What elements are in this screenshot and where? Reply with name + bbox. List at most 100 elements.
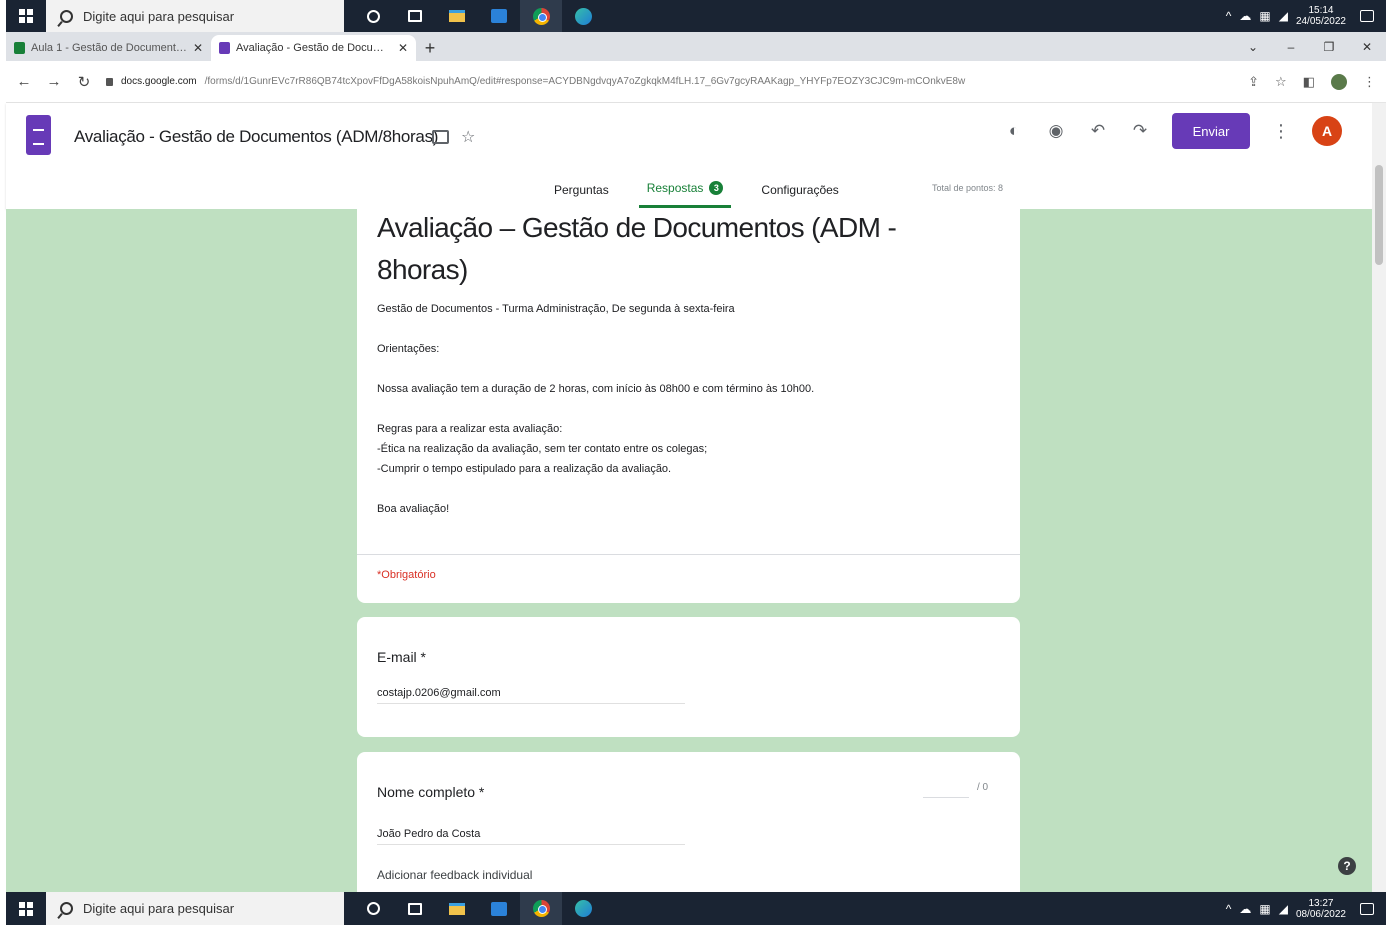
tab-settings[interactable]: Configurações xyxy=(753,175,846,208)
edge-taskbar-button[interactable] xyxy=(562,892,604,925)
share-icon[interactable]: ⇪ xyxy=(1248,74,1259,90)
restore-icon[interactable]: ❐ xyxy=(1310,32,1348,61)
notification-icon[interactable] xyxy=(1360,10,1374,22)
chrome-taskbar-button[interactable] xyxy=(520,892,562,925)
undo-icon[interactable]: ↶ xyxy=(1088,121,1108,141)
forward-icon[interactable]: → xyxy=(46,73,62,90)
tab-search-icon[interactable]: ⌄ xyxy=(1234,32,1272,61)
form-title: Avaliação – Gestão de Documentos (ADM - … xyxy=(377,212,897,285)
file-explorer-button[interactable] xyxy=(436,0,478,32)
forms-header: Avaliação - Gestão de Documentos (ADM/8h… xyxy=(6,103,1372,209)
taskbar-search-placeholder: Digite aqui para pesquisar xyxy=(83,8,235,24)
sheets-favicon-icon xyxy=(14,42,25,54)
tab-questions-label: Perguntas xyxy=(554,182,609,197)
start-button[interactable] xyxy=(6,0,46,32)
help-icon[interactable]: ? xyxy=(1338,857,1356,875)
search-icon xyxy=(60,902,73,915)
cortana-button[interactable] xyxy=(352,892,394,925)
store-button[interactable] xyxy=(478,0,520,32)
question-label: E-mail * xyxy=(377,649,427,665)
taskbar-search[interactable]: Digite aqui para pesquisar xyxy=(46,892,344,925)
system-tray: ^ ☁ ▦ ◢ 13:27 08/06/2022 xyxy=(1226,898,1386,920)
forms-logo-icon[interactable] xyxy=(26,115,51,155)
start-button[interactable] xyxy=(6,892,46,925)
star-icon[interactable]: ☆ xyxy=(461,127,475,147)
question-card-name: Nome completo * / 0 João Pedro da Costa … xyxy=(357,752,1020,892)
url-path: /forms/d/1GunrEVc7rR86QB74tcXpovFfDgA58k… xyxy=(204,76,966,87)
cortana-icon xyxy=(366,9,380,23)
volume-icon[interactable]: ◢ xyxy=(1279,9,1288,23)
network-icon[interactable]: ▦ xyxy=(1259,902,1270,916)
tab-title: Aula 1 - Gestão de Documentos xyxy=(31,42,187,54)
tab-title: Avaliação - Gestão de Documen xyxy=(236,42,392,54)
chevron-up-icon[interactable]: ^ xyxy=(1226,9,1232,23)
profile-icon[interactable] xyxy=(1331,73,1347,90)
cloud-icon[interactable]: ☁ xyxy=(1239,9,1251,23)
form-description-line: -Ética na realização da avaliação, sem t… xyxy=(377,443,708,455)
clock-date: 24/05/2022 xyxy=(1295,16,1346,27)
send-button[interactable]: Enviar xyxy=(1172,113,1250,149)
search-icon xyxy=(60,9,73,23)
new-tab-button[interactable]: + xyxy=(416,35,444,61)
add-feedback-link[interactable]: Adicionar feedback individual xyxy=(377,868,532,882)
file-explorer-icon xyxy=(449,902,465,915)
browser-tab[interactable]: Aula 1 - Gestão de Documentos ✕ xyxy=(6,35,211,61)
network-icon[interactable]: ▦ xyxy=(1259,9,1270,23)
tab-responses-label: Respostas xyxy=(646,181,704,195)
account-avatar[interactable]: A xyxy=(1312,116,1342,146)
bookmark-star-icon[interactable]: ☆ xyxy=(1275,74,1287,90)
tray-clock[interactable]: 13:27 08/06/2022 xyxy=(1296,898,1346,920)
task-view-button[interactable] xyxy=(394,0,436,32)
taskbar-bottom: Digite aqui para pesquisar ^ ☁ ▦ ◢ 13:27… xyxy=(6,892,1386,925)
side-panel-icon[interactable]: ◧ xyxy=(1303,74,1315,90)
url-field[interactable]: docs.google.com/forms/d/1GunrEVc7rR86QB7… xyxy=(106,68,1234,96)
volume-icon[interactable]: ◢ xyxy=(1279,902,1288,916)
cortana-button[interactable] xyxy=(352,0,394,32)
system-tray: ^ ☁ ▦ ◢ 15:14 24/05/2022 xyxy=(1226,5,1386,27)
file-explorer-icon xyxy=(449,10,465,22)
chevron-up-icon[interactable]: ^ xyxy=(1226,902,1232,916)
scrollbar-thumb[interactable] xyxy=(1375,165,1383,265)
score-input[interactable] xyxy=(923,782,969,798)
reload-icon[interactable]: ↻ xyxy=(76,73,92,91)
taskbar-top: Digite aqui para pesquisar ^ ☁ ▦ ◢ 15:14… xyxy=(6,0,1386,32)
palette-icon[interactable]: ◐ xyxy=(1004,121,1024,141)
form-description-line: Orientações: xyxy=(377,343,440,355)
close-icon[interactable]: ✕ xyxy=(398,41,408,55)
tab-settings-label: Configurações xyxy=(761,182,839,197)
task-view-button[interactable] xyxy=(394,892,436,925)
task-view-icon xyxy=(408,10,422,22)
url-host: docs.google.com xyxy=(121,76,197,87)
responses-count-badge: 3 xyxy=(709,181,724,195)
back-icon[interactable]: ← xyxy=(16,73,32,90)
file-explorer-button[interactable] xyxy=(436,892,478,925)
edge-taskbar-button[interactable] xyxy=(562,0,604,32)
form-description-line: Boa avaliação! xyxy=(377,503,450,515)
form-description-line: Nossa avaliação tem a duração de 2 horas… xyxy=(377,383,815,395)
preview-eye-icon[interactable]: ◉ xyxy=(1046,121,1066,141)
store-button[interactable] xyxy=(478,892,520,925)
taskbar-search[interactable]: Digite aqui para pesquisar xyxy=(46,0,344,32)
minimize-icon[interactable]: – xyxy=(1272,32,1310,61)
store-icon xyxy=(491,901,507,916)
page-scrollbar[interactable] xyxy=(1372,103,1386,892)
tab-questions[interactable]: Perguntas xyxy=(546,175,617,208)
question-label: Nome completo * xyxy=(377,784,485,800)
tray-clock[interactable]: 15:14 24/05/2022 xyxy=(1296,5,1346,27)
browser-menu-icon[interactable]: ⋮ xyxy=(1363,74,1376,90)
tab-responses[interactable]: Respostas 3 xyxy=(638,175,732,208)
chrome-taskbar-button[interactable] xyxy=(520,0,562,32)
close-window-icon[interactable]: ✕ xyxy=(1348,32,1386,61)
cloud-icon[interactable]: ☁ xyxy=(1239,902,1251,916)
form-description-line: Regras para a realizar esta avaliação: xyxy=(377,423,563,435)
folder-icon[interactable] xyxy=(432,130,449,144)
answer-value: costajp.0206@gmail.com xyxy=(377,687,685,704)
browser-tab-active[interactable]: Avaliação - Gestão de Documen ✕ xyxy=(211,35,416,61)
form-tabs: Perguntas Respostas 3 Configurações xyxy=(546,175,847,208)
document-title[interactable]: Avaliação - Gestão de Documentos (ADM/8h… xyxy=(74,127,438,147)
notification-icon[interactable] xyxy=(1360,902,1374,915)
redo-icon[interactable]: ↷ xyxy=(1130,121,1150,141)
more-options-icon[interactable]: ⋮ xyxy=(1272,121,1290,142)
address-bar: ← → ↻ docs.google.com/forms/d/1GunrEVc7r… xyxy=(6,61,1386,103)
close-icon[interactable]: ✕ xyxy=(193,41,203,55)
